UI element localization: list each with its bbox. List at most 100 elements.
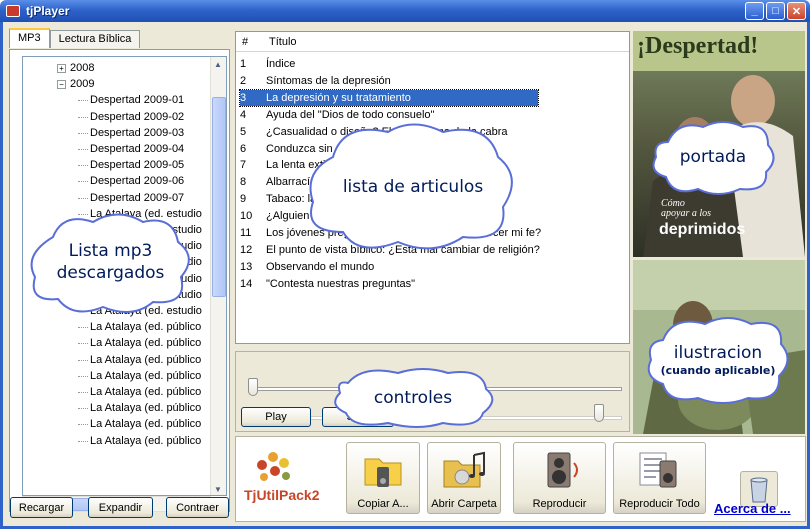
tree-node[interactable]: La Atalaya (ed. público: [78, 384, 201, 400]
scroll-up-icon[interactable]: ▲: [214, 60, 222, 69]
annotation-lista-articulos-text: lista de articulos: [342, 177, 484, 197]
tree-node[interactable]: Despertad 2009-03: [78, 125, 185, 141]
minimize-button[interactable]: _: [745, 2, 764, 20]
article-title: Síntomas de la depresión: [266, 74, 391, 87]
logo-text: TjUtilPack2: [244, 487, 320, 503]
tree-node[interactable]: Despertad 2009-02: [78, 109, 184, 125]
tree-node-label: La Atalaya (ed. público: [90, 337, 202, 350]
position-slider-handle[interactable]: [248, 378, 258, 396]
tree-node[interactable]: La Atalaya (ed. público: [78, 335, 202, 351]
annotation-portada: portada: [648, 117, 778, 197]
expand-icon[interactable]: +: [57, 63, 66, 73]
tree-node[interactable]: Despertad 2009-05: [78, 157, 185, 173]
contraer-button[interactable]: Contraer: [166, 497, 229, 518]
tree-connector: [78, 100, 88, 102]
annotation-ilustracion-line1: ilustracion: [673, 342, 763, 363]
tree-connector: [78, 149, 88, 150]
volume-slider-handle[interactable]: [593, 404, 604, 422]
article-number: 7: [240, 159, 247, 172]
music-folder-icon: [443, 451, 485, 488]
title-bar[interactable]: tjPlayer _ □ ✕: [0, 0, 810, 22]
close-button[interactable]: ✕: [787, 2, 806, 20]
annotation-controles-text: controles: [373, 387, 453, 408]
tree-node[interactable]: La Atalaya (ed. público: [78, 352, 202, 368]
recargar-button[interactable]: Recargar: [10, 497, 73, 518]
tree-node-label: La Atalaya (ed. público: [90, 402, 202, 415]
app-icon[interactable]: [6, 5, 20, 17]
annotation-lista-mp3-line2: descargados: [56, 263, 165, 283]
tree-connector: [78, 165, 88, 167]
tree-node[interactable]: Despertad 2009-07: [78, 190, 185, 206]
copiar-button[interactable]: Copiar A...: [346, 442, 420, 514]
tree-connector: [78, 408, 88, 410]
acerca-de-link[interactable]: Acerca de ...: [714, 501, 791, 516]
reproducir-todo-label: Reproducir Todo: [619, 498, 700, 510]
tree-connector: [78, 359, 88, 361]
annotation-ilustracion: ilustracion (cuando aplicable): [643, 312, 793, 407]
tree-node[interactable]: −2009: [57, 76, 94, 92]
tree-node-label: Despertad 2009-03: [90, 126, 185, 139]
tree-node-label: Despertad 2009-04: [90, 143, 185, 155]
annotation-portada-text: portada: [679, 147, 747, 167]
article-number: 10: [240, 210, 253, 223]
article-title: Índice: [266, 58, 296, 70]
column-num-header[interactable]: #: [242, 36, 248, 48]
tree-connector: [78, 343, 88, 345]
tree-node-label: La Atalaya (ed. público: [90, 321, 202, 334]
tab-mp3[interactable]: MP3: [9, 28, 50, 48]
tree-connector: [78, 197, 88, 199]
tree-vertical-scrollbar[interactable]: ▲ ▼: [210, 57, 226, 495]
tree-node[interactable]: La Atalaya (ed. público: [78, 400, 202, 416]
article-number: 9: [240, 193, 247, 206]
tree-connector: [78, 392, 88, 393]
copiar-label: Copiar A...: [357, 498, 409, 510]
article-row[interactable]: 2 Síntomas de la depresión: [240, 73, 538, 89]
abrir-carpeta-button[interactable]: Abrir Carpeta: [427, 442, 501, 514]
window-title: tjPlayer: [26, 4, 70, 18]
tree-node-label: La Atalaya (ed. público: [90, 418, 202, 431]
tree-connector: [78, 327, 88, 329]
tree-node[interactable]: Despertad 2009-04: [78, 141, 185, 157]
tree-node[interactable]: Despertad 2009-06: [78, 173, 184, 189]
tree-node-label: Despertad 2009-05: [90, 159, 185, 172]
tree-node-label: La Atalaya (ed. público: [90, 434, 202, 447]
article-number: 1: [240, 58, 247, 70]
tree-node-label: Despertad 2009-07: [90, 191, 185, 204]
tree-connector: [78, 375, 88, 377]
article-number: 14: [240, 277, 253, 290]
maximize-button[interactable]: □: [766, 2, 785, 20]
play-button[interactable]: Play: [241, 407, 311, 427]
article-row[interactable]: 1 Índice: [240, 56, 538, 72]
expandir-button[interactable]: Expandir: [88, 497, 153, 518]
collapse-icon[interactable]: −: [57, 79, 66, 89]
tree-node[interactable]: Despertad 2009-01: [78, 92, 185, 108]
article-number: 11: [240, 227, 252, 239]
tree-connector: [78, 116, 88, 118]
scroll-thumb[interactable]: [212, 97, 226, 297]
tree-connector: [78, 181, 88, 183]
tree-connector: [78, 440, 88, 442]
tree-node-label: Despertad 2009-01: [90, 94, 185, 107]
tree-node[interactable]: La Atalaya (ed. público: [78, 416, 202, 432]
reproducir-button[interactable]: Reproducir: [513, 442, 606, 514]
article-row[interactable]: 14 "Contesta nuestras preguntas": [240, 276, 538, 292]
tree-node[interactable]: +2008: [57, 60, 94, 76]
tree-node-label: La Atalaya (ed. público: [90, 353, 202, 366]
column-title-header[interactable]: Título: [269, 36, 297, 48]
reproducir-todo-button[interactable]: Reproducir Todo: [613, 442, 706, 514]
article-row[interactable]: 13 Observando el mundo: [240, 259, 538, 275]
tree-node[interactable]: La Atalaya (ed. público: [78, 433, 202, 449]
action-toolbar: TjUtilPack2 Copiar A... Abrir Carpeta Re…: [235, 436, 806, 522]
article-row[interactable]: 3 La depresión y su tratamiento: [239, 88, 539, 107]
playlist-speaker-icon: [639, 452, 676, 488]
cover-tagline: Cómo apoyar a los: [661, 198, 711, 219]
annotation-lista-mp3-line1: Lista mp3: [68, 241, 153, 261]
scroll-down-icon[interactable]: ▼: [214, 485, 222, 494]
main-window: MP3 Lectura Bíblica La Atalaya (ed. públ…: [0, 22, 810, 529]
article-number: 6: [240, 142, 247, 155]
article-title: "Contesta nuestras preguntas": [266, 277, 416, 290]
article-title: Observando el mundo: [266, 260, 375, 273]
tree-node[interactable]: La Atalaya (ed. público: [78, 368, 201, 384]
tree-node[interactable]: La Atalaya (ed. público: [78, 319, 202, 335]
tab-lectura-biblica[interactable]: Lectura Bíblica: [49, 30, 141, 48]
